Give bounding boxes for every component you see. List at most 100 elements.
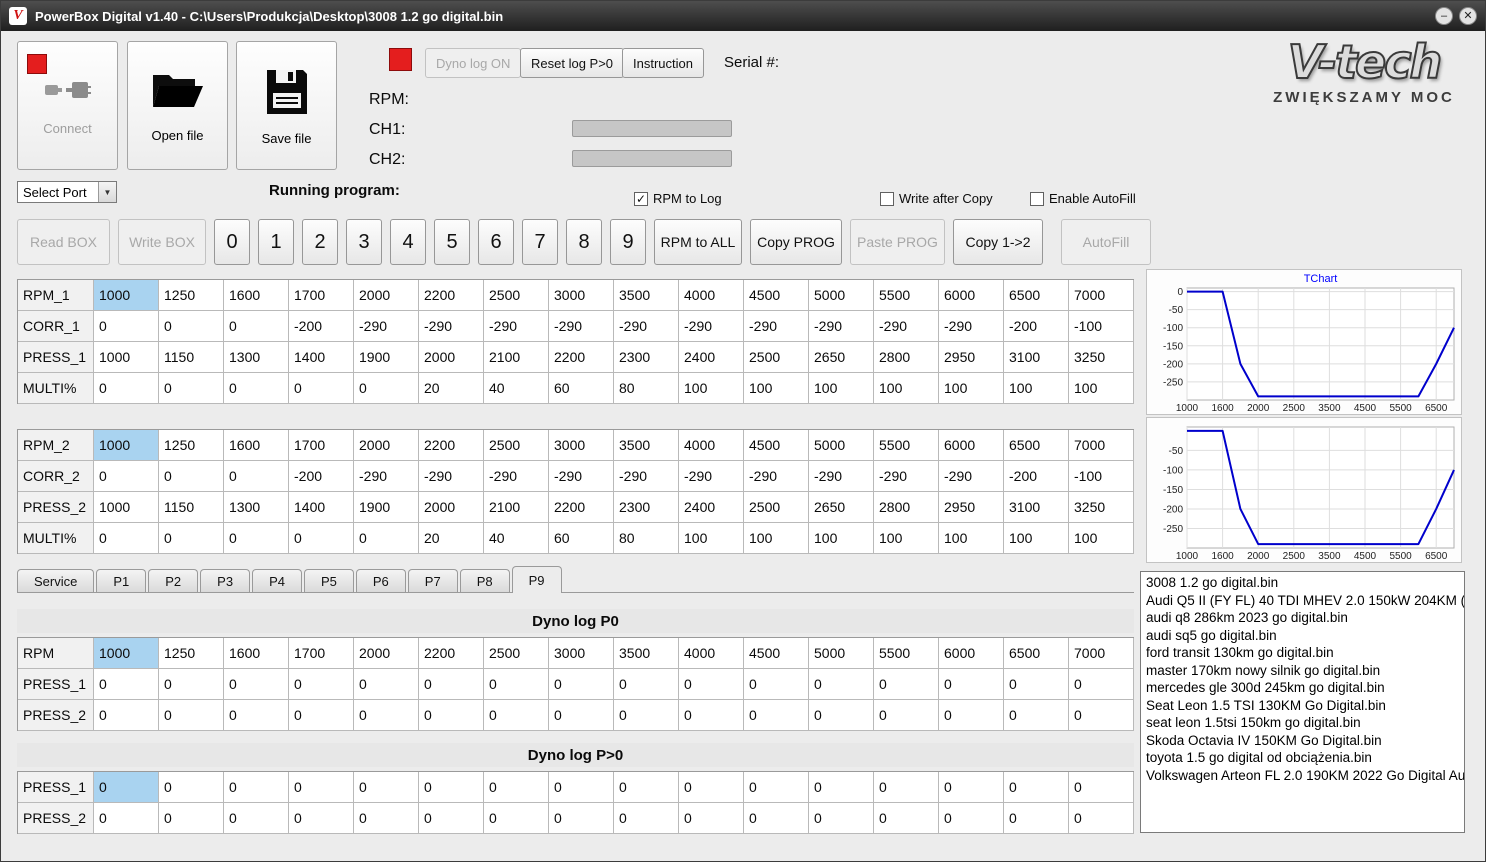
grid-cell[interactable]: 0 xyxy=(549,700,614,731)
grid-cell[interactable]: 2000 xyxy=(354,280,419,311)
digit-button-0[interactable]: 0 xyxy=(214,219,250,265)
grid-cell[interactable]: -200 xyxy=(1004,461,1069,492)
grid-cell[interactable]: 100 xyxy=(874,373,939,404)
grid-cell[interactable]: 0 xyxy=(354,373,419,404)
grid-cell[interactable]: 3100 xyxy=(1004,492,1069,523)
grid-cell[interactable]: 0 xyxy=(94,700,159,731)
grid-cell[interactable]: 0 xyxy=(159,311,224,342)
grid-cell[interactable]: 0 xyxy=(614,803,679,834)
grid-cell[interactable]: 0 xyxy=(1004,700,1069,731)
grid-cell[interactable]: -290 xyxy=(354,311,419,342)
grid-cell[interactable]: 1600 xyxy=(224,280,289,311)
grid-cell[interactable]: 2650 xyxy=(809,342,874,373)
file-list-item[interactable]: master 170km nowy silnik go digital.bin xyxy=(1141,662,1464,680)
read-box-button[interactable]: Read BOX xyxy=(17,219,110,265)
grid-cell[interactable]: 0 xyxy=(939,700,1004,731)
grid-cell[interactable]: 100 xyxy=(679,523,744,554)
grid-cell[interactable]: 0 xyxy=(289,669,354,700)
grid-cell[interactable]: 100 xyxy=(744,523,809,554)
grid-cell[interactable]: 0 xyxy=(484,700,549,731)
grid-cell[interactable]: -290 xyxy=(939,311,1004,342)
tab-p2[interactable]: P2 xyxy=(148,569,199,592)
grid-cell[interactable]: -290 xyxy=(484,461,549,492)
grid-cell[interactable]: 0 xyxy=(1069,700,1134,731)
digit-button-1[interactable]: 1 xyxy=(258,219,294,265)
grid-cell[interactable]: 5500 xyxy=(874,638,939,669)
grid-cell[interactable]: 0 xyxy=(224,461,289,492)
grid-cell[interactable]: 5000 xyxy=(809,280,874,311)
grid-cell[interactable]: 0 xyxy=(1004,803,1069,834)
grid-cell[interactable]: 3500 xyxy=(614,638,679,669)
grid-cell[interactable]: -290 xyxy=(874,311,939,342)
file-list-item[interactable]: Audi Q5 II (FY FL) 40 TDI MHEV 2.0 150kW… xyxy=(1141,592,1464,610)
grid-cell[interactable]: 0 xyxy=(809,772,874,803)
grid-cell[interactable]: 1400 xyxy=(289,342,354,373)
digit-button-7[interactable]: 7 xyxy=(522,219,558,265)
grid-cell[interactable]: 40 xyxy=(484,523,549,554)
grid-cell[interactable]: 3250 xyxy=(1069,342,1134,373)
grid-cell[interactable]: 0 xyxy=(484,803,549,834)
grid-cell[interactable]: 0 xyxy=(94,669,159,700)
grid-cell[interactable]: 4000 xyxy=(679,638,744,669)
grid-cell[interactable]: 2800 xyxy=(874,492,939,523)
grid-cell[interactable]: 0 xyxy=(614,772,679,803)
grid-cell[interactable]: 0 xyxy=(159,523,224,554)
grid-cell[interactable]: 0 xyxy=(159,700,224,731)
grid-cell[interactable]: 1600 xyxy=(224,430,289,461)
rpm-to-all-button[interactable]: RPM to ALL xyxy=(654,219,742,265)
instruction-button[interactable]: Instruction xyxy=(622,48,704,78)
digit-button-6[interactable]: 6 xyxy=(478,219,514,265)
grid-cell[interactable]: -290 xyxy=(614,311,679,342)
grid-cell[interactable]: 6000 xyxy=(939,638,1004,669)
grid-cell[interactable]: 100 xyxy=(1069,523,1134,554)
grid-cell[interactable]: 0 xyxy=(484,669,549,700)
grid-cell[interactable]: 6000 xyxy=(939,280,1004,311)
grid-cell[interactable]: 0 xyxy=(419,669,484,700)
grid-cell[interactable]: 2200 xyxy=(419,430,484,461)
grid-cell[interactable]: 2200 xyxy=(419,280,484,311)
file-list-item[interactable]: Volkswagen Arteon FL 2.0 190KM 2022 Go D… xyxy=(1141,767,1464,785)
connect-button[interactable]: Connect xyxy=(17,41,118,170)
dyno-log-on-button[interactable]: Dyno log ON xyxy=(425,48,522,78)
grid-cell[interactable]: 100 xyxy=(939,523,1004,554)
tab-p4[interactable]: P4 xyxy=(252,569,302,592)
grid-cell[interactable]: 1250 xyxy=(159,638,224,669)
enable-autofill-checkbox[interactable]: Enable AutoFill xyxy=(1030,191,1136,206)
grid-cell[interactable]: 100 xyxy=(1004,373,1069,404)
grid-cell[interactable]: 0 xyxy=(224,373,289,404)
grid-cell[interactable]: 1150 xyxy=(159,492,224,523)
file-list-item[interactable]: Seat Leon 1.5 TSI 130KM Go Digital.bin xyxy=(1141,697,1464,715)
grid-cell[interactable]: 1300 xyxy=(224,492,289,523)
grid-cell[interactable]: 20 xyxy=(419,523,484,554)
grid-cell[interactable]: 2500 xyxy=(744,342,809,373)
grid-cell[interactable]: 2950 xyxy=(939,492,1004,523)
grid-cell[interactable]: 3000 xyxy=(549,430,614,461)
grid-cell[interactable]: 2000 xyxy=(419,492,484,523)
grid-cell[interactable]: 0 xyxy=(224,700,289,731)
grid-cell[interactable]: 100 xyxy=(874,523,939,554)
grid-cell[interactable]: 7000 xyxy=(1069,638,1134,669)
grid-cell[interactable]: 0 xyxy=(289,772,354,803)
grid-cell[interactable]: -100 xyxy=(1069,311,1134,342)
grid-cell[interactable]: 0 xyxy=(354,803,419,834)
grid-cell[interactable]: -290 xyxy=(744,461,809,492)
grid-cell[interactable]: 0 xyxy=(159,461,224,492)
grid-cell[interactable]: -290 xyxy=(809,461,874,492)
grid-cell[interactable]: 6500 xyxy=(1004,638,1069,669)
open-file-button[interactable]: Open file xyxy=(127,41,228,170)
grid-cell[interactable]: 0 xyxy=(744,803,809,834)
grid-cell[interactable]: 1000 xyxy=(94,638,159,669)
grid-cell[interactable]: 0 xyxy=(484,772,549,803)
grid-cell[interactable]: 0 xyxy=(159,669,224,700)
grid-cell[interactable]: 100 xyxy=(679,373,744,404)
grid-cell[interactable]: 0 xyxy=(354,523,419,554)
file-list-item[interactable]: toyota 1.5 go digital od obciążenia.bin xyxy=(1141,749,1464,767)
grid-cell[interactable]: 0 xyxy=(159,803,224,834)
grid-cell[interactable]: -290 xyxy=(939,461,1004,492)
grid-cell[interactable]: 0 xyxy=(289,373,354,404)
grid-cell[interactable]: 100 xyxy=(939,373,1004,404)
grid-cell[interactable]: -290 xyxy=(679,461,744,492)
grid-cell[interactable]: 100 xyxy=(1004,523,1069,554)
grid-cell[interactable]: 0 xyxy=(614,669,679,700)
grid-cell[interactable]: 0 xyxy=(224,523,289,554)
